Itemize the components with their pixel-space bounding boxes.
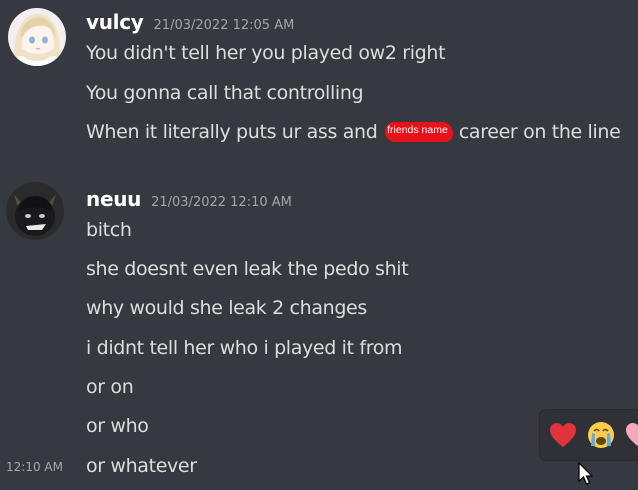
message-line: or whatever xyxy=(86,455,197,477)
message-line: When it literally puts ur ass and friend… xyxy=(86,121,621,143)
message-line: bitch xyxy=(86,219,132,241)
message-line: You didn't tell her you played ow2 right xyxy=(86,42,446,64)
timestamp: 21/03/2022 12:05 AM xyxy=(153,18,295,33)
anime-girl-avatar-icon xyxy=(8,8,66,66)
black-cat-avatar-icon xyxy=(6,182,64,240)
message-line: You gonna call that controlling xyxy=(86,82,364,104)
username[interactable]: neuu xyxy=(86,187,141,211)
reaction-quick-bar xyxy=(540,410,638,460)
reaction-button[interactable] xyxy=(548,420,578,450)
hover-timestamp: 12:10 AM xyxy=(6,460,63,474)
message-line: or who xyxy=(86,415,149,437)
message-line: why would she leak 2 changes xyxy=(86,297,367,319)
timestamp: 21/03/2022 12:10 AM xyxy=(151,195,292,210)
avatar[interactable] xyxy=(6,182,64,240)
avatar[interactable] xyxy=(8,8,66,66)
message-header: neuu 21/03/2022 12:10 AM xyxy=(86,187,292,211)
red-heart-emoji-icon xyxy=(550,423,576,447)
reaction-button[interactable] xyxy=(624,420,638,450)
message-text: When it literally puts ur ass and xyxy=(86,121,384,143)
crying-face-emoji-icon xyxy=(588,422,614,448)
reaction-button[interactable] xyxy=(586,420,616,450)
pink-heart-emoji-icon xyxy=(626,423,638,447)
message-text: career on the line xyxy=(453,121,621,143)
mouse-cursor-icon xyxy=(578,461,594,490)
message-line: or on xyxy=(86,376,134,398)
message-header: vulcy 21/03/2022 12:05 AM xyxy=(86,10,294,34)
message-line: i didnt tell her who i played it from xyxy=(86,337,403,359)
redaction-mark: friends name xyxy=(385,121,454,142)
redaction-label: friends name xyxy=(387,124,448,136)
message-line: she doesnt even leak the pedo shit xyxy=(86,258,409,280)
username[interactable]: vulcy xyxy=(86,10,144,34)
